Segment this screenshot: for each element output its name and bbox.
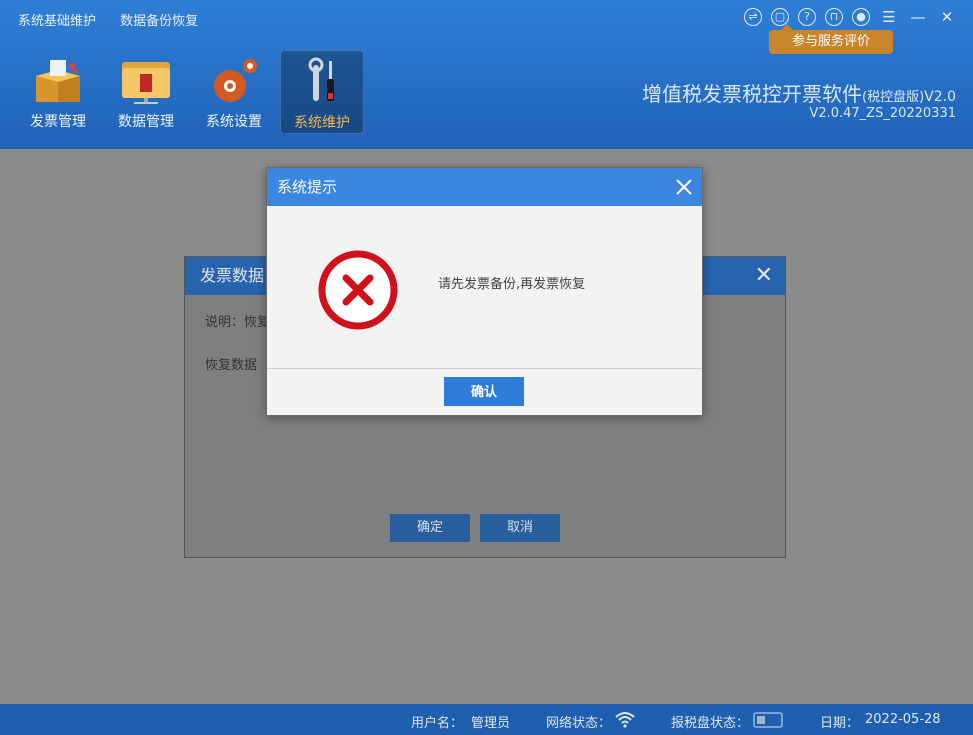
- invoice-box-icon: [36, 60, 80, 102]
- nav-label: 系统设置: [206, 114, 262, 130]
- status-bar: 用户名： 管理员 网络状态： 报税盘状态： 日期： 2022-05-28: [0, 704, 973, 735]
- nav-label: 系统维护: [294, 115, 350, 131]
- network-status-label: 网络状态：: [546, 716, 612, 731]
- nav-data-management[interactable]: 数据管理: [104, 50, 188, 134]
- breadcrumb-item[interactable]: 数据备份恢复: [120, 14, 198, 29]
- divider: [267, 368, 702, 369]
- nav-system-settings[interactable]: 系统设置: [192, 50, 276, 134]
- close-icon[interactable]: ✕: [755, 257, 773, 295]
- nav-label: 数据管理: [118, 114, 174, 130]
- close-icon[interactable]: ✕: [937, 8, 957, 26]
- help-icon[interactable]: ?: [798, 8, 816, 26]
- nav-label: 发票管理: [30, 114, 86, 130]
- system-prompt-dialog: 系统提示 请先发票备份,再发票恢复 确认: [266, 167, 703, 416]
- date-label: 日期：: [820, 716, 860, 731]
- tools-icon: [308, 57, 334, 101]
- minimize-icon[interactable]: —: [908, 8, 928, 26]
- window-controls: ⇌ ▢ ? ⊓ ● ☰ — ✕: [744, 8, 957, 26]
- prompt-message: 请先发票备份,再发票恢复: [438, 277, 586, 292]
- app-version: V2.0.47_ZS_20220331: [809, 106, 956, 121]
- dialog-title: 系统提示: [267, 168, 702, 206]
- tax-disk-icon: [753, 712, 783, 728]
- wifi-icon: [615, 712, 635, 728]
- app-header: 系统基础维护 数据备份恢复 ⇌ ▢ ? ⊓ ● ☰ — ✕ 参与服务评价 发票管…: [0, 0, 973, 149]
- user-label: 用户名：: [411, 716, 464, 731]
- data-folder-icon: [122, 62, 170, 104]
- username: 管理员: [471, 716, 511, 731]
- error-icon: [318, 250, 398, 330]
- app-title: 增值税发票税控开票软件(税控盘版)V2.0: [642, 82, 956, 106]
- user-icon[interactable]: ●: [852, 8, 870, 26]
- menu-icon[interactable]: ☰: [879, 8, 899, 26]
- exchange-icon[interactable]: ⇌: [744, 8, 762, 26]
- cancel-button[interactable]: 取消: [480, 514, 560, 542]
- breadcrumb: 系统基础维护 数据备份恢复: [18, 10, 218, 29]
- main-nav: 发票管理 数据管理 系统设置 系统维护: [16, 50, 368, 134]
- current-date: 2022-05-28: [865, 712, 941, 727]
- confirm-button[interactable]: 确定: [390, 514, 470, 542]
- confirm-button[interactable]: 确认: [444, 377, 524, 406]
- close-icon[interactable]: [674, 177, 694, 197]
- service-evaluation-button[interactable]: 参与服务评价: [769, 24, 893, 54]
- lock-icon[interactable]: ⊓: [825, 8, 843, 26]
- nav-system-maintenance[interactable]: 系统维护: [280, 50, 364, 134]
- restore-data-label: 恢复数据: [205, 358, 258, 373]
- breadcrumb-item[interactable]: 系统基础维护: [18, 14, 96, 29]
- dialog-description: 说明：恢复: [205, 315, 271, 330]
- tax-disk-status-label: 报税盘状态：: [671, 716, 750, 731]
- gear-icon: [214, 59, 257, 102]
- nav-invoice-management[interactable]: 发票管理: [16, 50, 100, 134]
